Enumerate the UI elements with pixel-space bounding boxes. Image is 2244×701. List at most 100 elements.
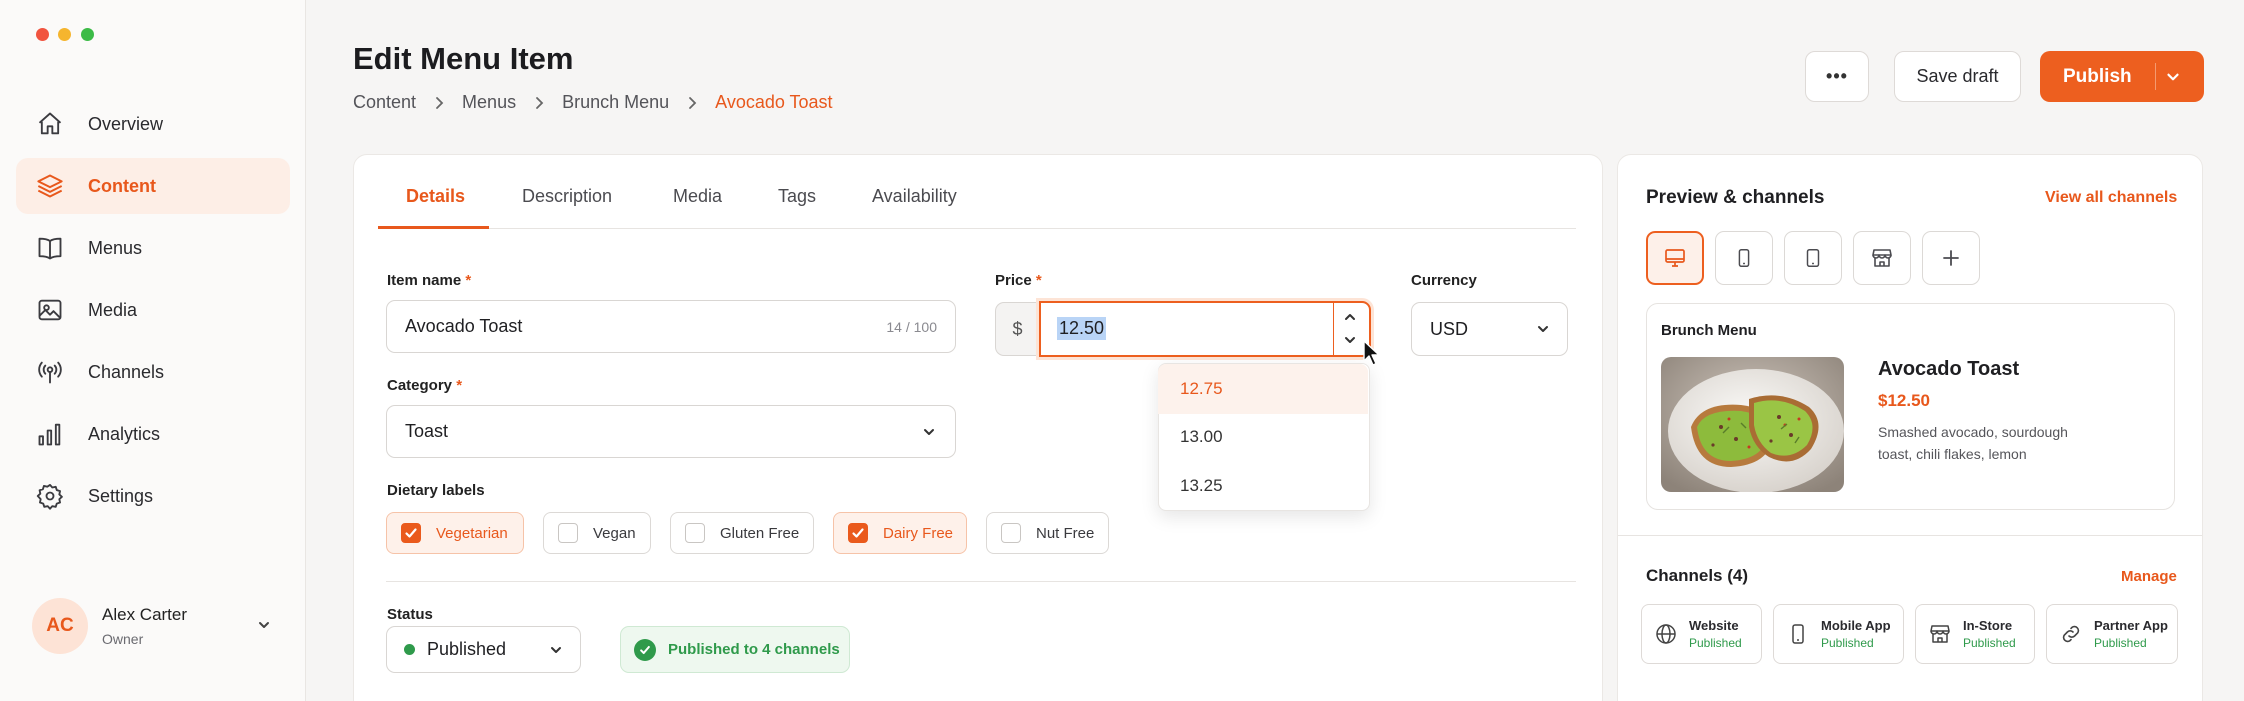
user-role: Owner — [102, 631, 144, 647]
sidebar-item-content[interactable]: Content — [16, 158, 290, 214]
dietary-option-label: Gluten Free — [720, 524, 800, 542]
channel-website[interactable]: Website Published — [1641, 604, 1762, 664]
stepper-up-icon[interactable] — [1342, 309, 1358, 325]
channel-mobile-app[interactable]: Mobile App Published — [1773, 604, 1904, 664]
status-select[interactable]: Published — [386, 626, 581, 673]
channel-name: Website — [1689, 618, 1739, 633]
category-select[interactable]: Toast — [386, 405, 956, 458]
channel-in-store[interactable]: In-Store Published — [1915, 604, 2035, 664]
item-name-value[interactable]: Avocado Toast — [405, 316, 522, 337]
page-title: Edit Menu Item — [353, 41, 574, 76]
sidebar-item-menus[interactable]: Menus — [16, 220, 290, 276]
sidebar-item-settings[interactable]: Settings — [16, 468, 290, 524]
label-text: Item name — [387, 272, 462, 289]
checkbox-icon — [558, 523, 578, 543]
dietary-option-vegan[interactable]: Vegan — [543, 512, 651, 554]
price-option[interactable]: 13.25 — [1158, 461, 1368, 511]
preview-item-name: Avocado Toast — [1878, 358, 2020, 380]
mobile-icon — [1733, 246, 1755, 270]
sidebar-item-media[interactable]: Media — [16, 282, 290, 338]
dietary-option-dairy-free[interactable]: Dairy Free — [833, 512, 967, 554]
active-tab-indicator — [378, 226, 489, 229]
tab-details[interactable]: Details — [406, 186, 465, 207]
dietary-option-label: Vegetarian — [436, 524, 508, 542]
window-zoom-dot[interactable] — [81, 28, 94, 41]
price-option[interactable]: 12.75 — [1158, 364, 1368, 414]
chevron-down-icon[interactable] — [256, 617, 272, 633]
sidebar-item-label: Media — [88, 299, 138, 320]
chevron-down-icon[interactable] — [2164, 68, 2182, 86]
item-name-label: Item name * — [387, 272, 471, 289]
channel-status: Published — [1689, 636, 1742, 650]
check-circle-icon — [634, 638, 656, 661]
breadcrumb-item[interactable]: Menus — [462, 92, 516, 113]
price-option[interactable]: 13.00 — [1158, 412, 1368, 462]
chevron-right-icon — [534, 96, 544, 110]
preview-desktop-button[interactable] — [1646, 231, 1704, 285]
store-icon — [1928, 622, 1952, 646]
publish-button-group: Publish — [2040, 51, 2204, 102]
divider — [1333, 303, 1334, 355]
dietary-option-label: Dairy Free — [883, 524, 954, 542]
sidebar-item-channels[interactable]: Channels — [16, 344, 290, 400]
channel-name: Partner App — [2094, 618, 2168, 633]
dietary-option-label: Nut Free — [1036, 524, 1095, 542]
save-draft-button[interactable]: Save draft — [1894, 51, 2021, 102]
dietary-option-gluten-free[interactable]: Gluten Free — [670, 512, 814, 554]
channel-status: Published — [2094, 636, 2147, 650]
more-options-button[interactable]: ••• — [1805, 51, 1869, 102]
preview-store-button[interactable] — [1853, 231, 1911, 285]
avatar[interactable]: AC — [32, 598, 88, 654]
window-minimize-dot[interactable] — [58, 28, 71, 41]
tab-tags[interactable]: Tags — [778, 186, 816, 207]
sidebar: Overview Content Menus Media Channels An… — [0, 0, 306, 701]
image-icon — [36, 296, 64, 324]
store-icon — [1870, 246, 1894, 270]
currency-prefix: $ — [995, 302, 1039, 356]
dietary-option-nut-free[interactable]: Nut Free — [986, 512, 1109, 554]
chevron-down-icon — [1535, 321, 1551, 337]
mobile-icon — [1786, 622, 1810, 646]
sidebar-item-label: Content — [88, 175, 156, 196]
add-channel-button[interactable] — [1922, 231, 1980, 285]
tabs-divider — [378, 228, 1576, 229]
divider — [2155, 63, 2156, 90]
preview-item-description-line2: toast, chili flakes, lemon — [1878, 446, 2027, 462]
channel-name: Mobile App — [1821, 618, 1891, 633]
layers-icon — [36, 172, 64, 200]
dietary-option-vegetarian[interactable]: Vegetarian — [386, 512, 524, 554]
view-all-channels-link[interactable]: View all channels — [2045, 189, 2177, 207]
stepper-down-icon[interactable] — [1342, 332, 1358, 348]
sidebar-item-analytics[interactable]: Analytics — [16, 406, 290, 462]
item-name-field[interactable]: Avocado Toast 14 / 100 — [386, 300, 956, 353]
channel-status: Published — [1821, 636, 1874, 650]
preview-mobile-button[interactable] — [1715, 231, 1773, 285]
publish-button[interactable]: Publish — [2040, 51, 2155, 102]
category-value: Toast — [405, 421, 449, 441]
window-close-dot[interactable] — [36, 28, 49, 41]
price-label: Price * — [995, 272, 1042, 289]
tab-description[interactable]: Description — [522, 186, 612, 207]
chevron-down-icon — [548, 642, 564, 658]
sidebar-item-label: Analytics — [88, 423, 161, 444]
required-marker: * — [456, 377, 463, 394]
tab-media[interactable]: Media — [673, 186, 722, 207]
manage-channels-link[interactable]: Manage — [2121, 568, 2177, 585]
sidebar-item-overview[interactable]: Overview — [16, 96, 290, 152]
price-input[interactable]: 12.50 — [1039, 301, 1371, 357]
channel-partner-app[interactable]: Partner App Published — [2046, 604, 2178, 664]
breadcrumb-item[interactable]: Content — [353, 92, 416, 113]
price-value[interactable]: 12.50 — [1057, 317, 1107, 340]
preview-tablet-button[interactable] — [1784, 231, 1842, 285]
desktop-icon — [1663, 246, 1687, 270]
breadcrumb-item[interactable]: Brunch Menu — [562, 92, 669, 113]
section-divider — [386, 581, 1576, 582]
status-label: Status — [387, 606, 433, 623]
checkbox-icon — [1001, 523, 1021, 543]
section-divider — [1618, 535, 2202, 536]
tab-availability[interactable]: Availability — [872, 186, 957, 207]
breadcrumb: Content Menus Brunch Menu Avocado Toast — [353, 92, 833, 113]
sidebar-item-label: Settings — [88, 485, 154, 506]
home-icon — [36, 110, 64, 138]
currency-select[interactable]: USD — [1411, 302, 1568, 356]
